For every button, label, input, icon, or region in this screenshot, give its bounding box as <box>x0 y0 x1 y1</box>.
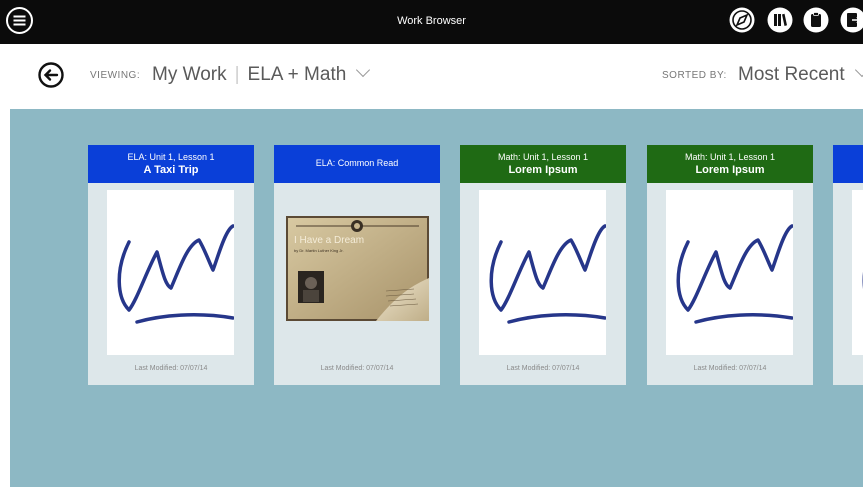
chevron-down-icon <box>356 62 371 78</box>
last-modified: Last Modified: 07/07/14 <box>320 365 394 372</box>
last-modified: Last Modified: 07/07/14 <box>693 365 767 372</box>
card-subtitle: ELA: Common Read <box>315 158 399 168</box>
work-card[interactable]: Math: Unit 1, Lesson 1 Lorem Ipsum Last … <box>460 145 626 385</box>
library-icon[interactable] <box>765 5 795 35</box>
viewing-dropdown[interactable]: My Work | ELA + Math <box>152 62 371 86</box>
reading-title: I Have a Dream <box>294 235 365 246</box>
reading-author: by Dr. Martin Luther King Jr. <box>294 248 344 253</box>
card-title: Lorem Ipsum <box>695 164 765 176</box>
card-header: Math: Unit 1, Lesson 1 Lorem Ipsum <box>647 145 813 183</box>
card-subtitle: Math: Unit 1, Lesson 1 <box>684 152 776 162</box>
work-card[interactable]: Math: Unit 1, Lesson 1 Lorem Ipsum Last … <box>647 145 813 385</box>
handwriting-thumbnail <box>107 190 234 355</box>
sort-value: Most Recent <box>738 64 845 85</box>
sorted-label: SORTED BY: <box>662 70 727 81</box>
top-bar: Work Browser <box>0 0 863 44</box>
handwriting-thumbnail <box>666 190 793 355</box>
work-card[interactable]: ELA: Common Read I Have a Dream by Dr. M… <box>274 145 440 385</box>
card-header <box>833 145 863 183</box>
card-title: A Taxi Trip <box>143 164 199 176</box>
back-arrow-icon[interactable] <box>37 61 65 89</box>
viewing-secondary: ELA + Math <box>247 64 347 85</box>
clipboard-icon[interactable] <box>801 5 831 35</box>
work-card[interactable]: ELA: Unit 1, Lesson 1 A Taxi Trip Last M… <box>88 145 254 385</box>
filter-bar: VIEWING: My Work | ELA + Math SORTED BY: M… <box>0 44 863 109</box>
card-header: ELA: Unit 1, Lesson 1 A Taxi Trip <box>88 145 254 183</box>
viewing-label: VIEWING: <box>90 70 141 81</box>
card-subtitle: ELA: Unit 1, Lesson 1 <box>127 152 215 162</box>
work-card[interactable] <box>833 145 863 385</box>
handwriting-thumbnail <box>852 190 863 355</box>
work-grid: ELA: Unit 1, Lesson 1 A Taxi Trip Last M… <box>10 109 863 487</box>
card-header: Math: Unit 1, Lesson 1 Lorem Ipsum <box>460 145 626 183</box>
sort-dropdown[interactable]: Most Recent <box>738 62 863 86</box>
reading-thumbnail: I Have a Dream by Dr. Martin Luther King… <box>286 216 429 321</box>
last-modified: Last Modified: 07/07/14 <box>506 365 580 372</box>
card-header: ELA: Common Read <box>274 145 440 183</box>
exit-icon[interactable] <box>838 5 863 35</box>
last-modified: Last Modified: 07/07/14 <box>134 365 208 372</box>
handwriting-thumbnail <box>479 190 606 355</box>
viewing-primary: My Work <box>152 64 227 85</box>
divider: | <box>234 64 240 85</box>
chevron-down-icon <box>854 62 863 78</box>
card-title: Lorem Ipsum <box>508 164 578 176</box>
card-subtitle: Math: Unit 1, Lesson 1 <box>497 152 589 162</box>
compass-icon[interactable] <box>727 5 757 35</box>
